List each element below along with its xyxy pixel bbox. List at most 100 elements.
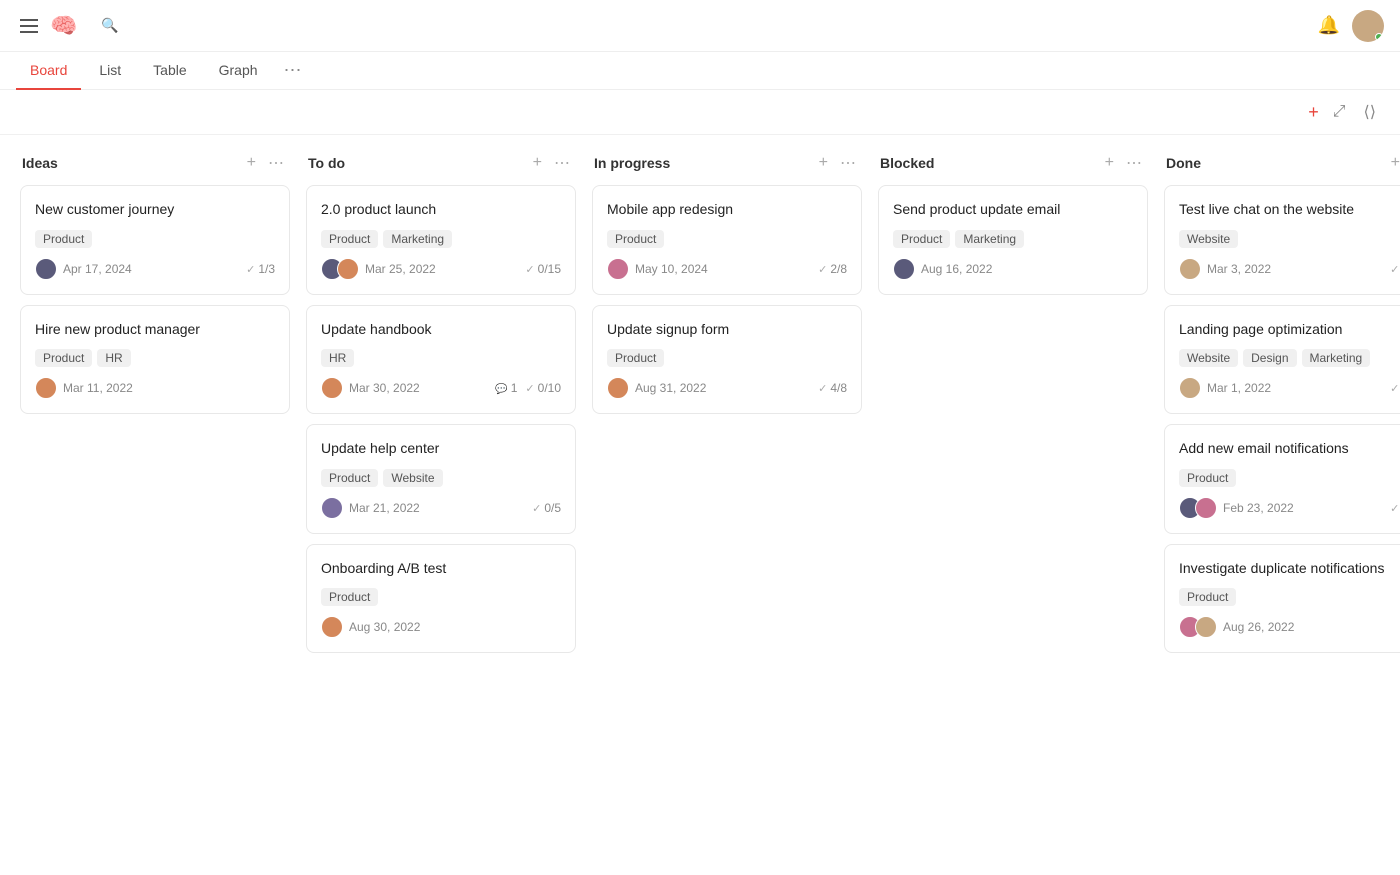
card-avatars-c1 bbox=[35, 258, 57, 280]
check-icon bbox=[818, 262, 827, 276]
check-count: 5/5 bbox=[1390, 501, 1400, 515]
card-c7[interactable]: Mobile app redesignProductMay 10, 20242/… bbox=[592, 185, 862, 295]
tag-hr[interactable]: HR bbox=[321, 349, 354, 367]
card-avatars-c4 bbox=[321, 377, 343, 399]
tab-board[interactable]: Board bbox=[16, 52, 81, 90]
check-icon bbox=[1390, 501, 1399, 515]
column-blocked: Blocked+⋯Send product update emailProduc… bbox=[878, 151, 1148, 305]
app-logo[interactable]: 🧠 bbox=[50, 13, 83, 39]
card-c3[interactable]: 2.0 product launchProductMarketingMar 25… bbox=[306, 185, 576, 295]
avatar bbox=[607, 377, 629, 399]
user-avatar[interactable] bbox=[1352, 10, 1384, 42]
tag-website[interactable]: Website bbox=[1179, 349, 1238, 367]
tag-hr[interactable]: HR bbox=[97, 349, 130, 367]
online-indicator bbox=[1375, 33, 1383, 41]
column-title-todo: To do bbox=[308, 155, 345, 171]
column-more-button-todo[interactable]: ⋯ bbox=[550, 151, 574, 175]
tabs-more-menu[interactable]: ⋯ bbox=[276, 52, 310, 89]
tag-design[interactable]: Design bbox=[1243, 349, 1296, 367]
card-title-c11: Landing page optimization bbox=[1179, 320, 1400, 340]
card-c9[interactable]: Send product update email Product Marketin… bbox=[878, 185, 1148, 295]
hamburger-menu[interactable] bbox=[16, 15, 42, 37]
add-card-button-ideas[interactable]: + bbox=[243, 152, 260, 174]
card-c12[interactable]: Add new email notificationsProductFeb 23… bbox=[1164, 424, 1400, 534]
card-stats-c5: 0/5 bbox=[532, 501, 561, 515]
tab-graph[interactable]: Graph bbox=[205, 52, 272, 90]
avatar bbox=[1195, 616, 1217, 638]
search-bar[interactable]: 🔍 bbox=[91, 11, 134, 40]
card-c8[interactable]: Update signup formProductAug 31, 20224/8 bbox=[592, 305, 862, 415]
add-card-button-todo[interactable]: + bbox=[529, 152, 546, 174]
card-stats-c8: 4/8 bbox=[818, 381, 847, 395]
avatar bbox=[1179, 377, 1201, 399]
tag-website[interactable]: Website bbox=[1179, 230, 1238, 248]
card-tags-c12: Product bbox=[1179, 469, 1400, 487]
collapse-button[interactable]: ⟨⟩ bbox=[1360, 100, 1380, 124]
board-container: Ideas+⋯New customer journeyProductApr 17… bbox=[0, 135, 1400, 874]
add-card-button-blocked[interactable]: + bbox=[1101, 152, 1118, 174]
card-meta-c12: Feb 23, 2022 bbox=[1179, 497, 1294, 519]
card-stats-c3: 0/15 bbox=[525, 262, 561, 276]
card-title-c9: Send product update email bbox=[893, 200, 1133, 220]
card-c6[interactable]: Onboarding A/B testProductAug 30, 2022 bbox=[306, 544, 576, 654]
card-c11[interactable]: Landing page optimization Website Design Ma… bbox=[1164, 305, 1400, 415]
card-c2[interactable]: Hire new product managerProductHRMar 11,… bbox=[20, 305, 290, 415]
tag-product[interactable]: Product bbox=[35, 349, 92, 367]
card-c10[interactable]: Test live chat on the websiteWebsiteMar … bbox=[1164, 185, 1400, 295]
card-date-c9: Aug 16, 2022 bbox=[921, 262, 992, 276]
tag-product[interactable]: Product bbox=[1179, 469, 1236, 487]
card-meta-c5: Mar 21, 2022 bbox=[321, 497, 420, 519]
header-right: 🔔 bbox=[1318, 10, 1384, 42]
add-card-button-inprogress[interactable]: + bbox=[815, 152, 832, 174]
avatar bbox=[321, 616, 343, 638]
card-c13[interactable]: Investigate duplicate notificationsProdu… bbox=[1164, 544, 1400, 654]
card-c1[interactable]: New customer journeyProductApr 17, 20241… bbox=[20, 185, 290, 295]
column-more-button-blocked[interactable]: ⋯ bbox=[1122, 151, 1146, 175]
tag-product[interactable]: Product bbox=[1179, 588, 1236, 606]
check-count: 7/7 bbox=[1390, 262, 1400, 276]
check-icon bbox=[246, 262, 255, 276]
card-date-c5: Mar 21, 2022 bbox=[349, 501, 420, 515]
tag-marketing[interactable]: Marketing bbox=[383, 230, 452, 248]
add-column-button[interactable]: + bbox=[1308, 102, 1319, 123]
card-stats-c12: 5/5 bbox=[1390, 501, 1400, 515]
column-header-todo: To do +⋯ bbox=[306, 151, 576, 175]
card-tags-c13: Product bbox=[1179, 588, 1400, 606]
card-tags-c11: Website Design Marketing bbox=[1179, 349, 1400, 367]
expand-button[interactable]: ⤢ bbox=[1329, 101, 1350, 123]
avatar bbox=[35, 377, 57, 399]
tab-table[interactable]: Table bbox=[139, 52, 200, 90]
tag-website[interactable]: Website bbox=[383, 469, 442, 487]
card-c4[interactable]: Update handbookHRMar 30, 202210/10 bbox=[306, 305, 576, 415]
card-date-c10: Mar 3, 2022 bbox=[1207, 262, 1271, 276]
column-title-done: Done bbox=[1166, 155, 1201, 171]
card-avatars-c8 bbox=[607, 377, 629, 399]
notification-bell[interactable]: 🔔 bbox=[1318, 15, 1340, 36]
add-card-button-done[interactable]: + bbox=[1387, 152, 1400, 174]
tag-product[interactable]: Product bbox=[893, 230, 950, 248]
card-title-c8: Update signup form bbox=[607, 320, 847, 340]
tag-product[interactable]: Product bbox=[321, 230, 378, 248]
tag-product[interactable]: Product bbox=[321, 588, 378, 606]
column-more-button-inprogress[interactable]: ⋯ bbox=[836, 151, 860, 175]
view-tabs: Board List Table Graph ⋯ bbox=[0, 52, 1400, 90]
tag-product[interactable]: Product bbox=[321, 469, 378, 487]
tab-list[interactable]: List bbox=[85, 52, 135, 90]
avatar bbox=[893, 258, 915, 280]
check-count: 2/8 bbox=[818, 262, 847, 276]
card-stats-c11: 3/3 bbox=[1390, 381, 1400, 395]
column-todo: To do+⋯2.0 product launchProductMarketin… bbox=[306, 151, 576, 663]
card-date-c4: Mar 30, 2022 bbox=[349, 381, 420, 395]
card-c5[interactable]: Update help centerProductWebsiteMar 21, … bbox=[306, 424, 576, 534]
tag-marketing[interactable]: Marketing bbox=[1302, 349, 1371, 367]
tag-marketing[interactable]: Marketing bbox=[955, 230, 1024, 248]
brain-icon: 🧠 bbox=[50, 13, 77, 39]
check-number: 1/3 bbox=[258, 262, 275, 276]
check-icon bbox=[1390, 381, 1399, 395]
column-more-button-ideas[interactable]: ⋯ bbox=[264, 151, 288, 175]
tag-product[interactable]: Product bbox=[607, 349, 664, 367]
check-count: 0/10 bbox=[525, 381, 561, 395]
tag-product[interactable]: Product bbox=[35, 230, 92, 248]
tag-product[interactable]: Product bbox=[607, 230, 664, 248]
card-tags-c5: Product Website bbox=[321, 469, 561, 487]
